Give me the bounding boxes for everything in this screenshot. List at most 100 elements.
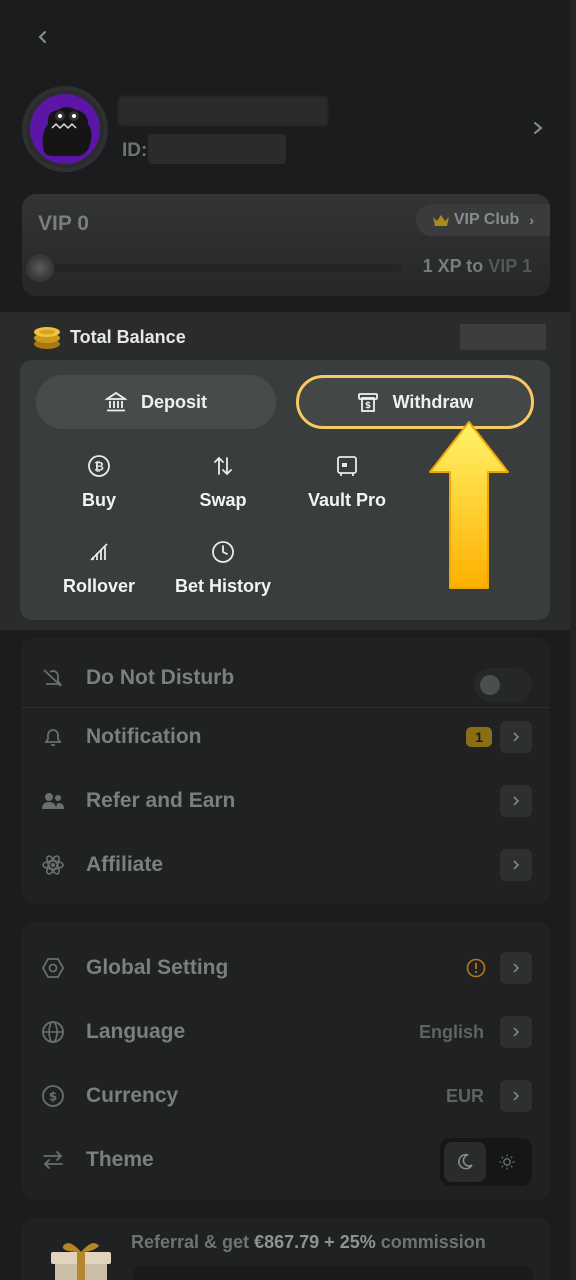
vip-card[interactable]: VIP 0 VIP Club › 1 XP to VIP 1: [22, 194, 550, 296]
notification-label: Notification: [86, 725, 202, 748]
globe-icon: [42, 1021, 64, 1043]
affiliate-row[interactable]: Affiliate: [21, 835, 550, 895]
gift-icon: [51, 1243, 111, 1280]
bell-icon: [44, 729, 62, 746]
chevron-right-button[interactable]: [500, 1016, 532, 1048]
crown-icon: [432, 215, 449, 226]
global-setting-row[interactable]: Global Setting: [21, 938, 550, 998]
atm-withdraw-icon: $: [357, 393, 378, 412]
user-id-redacted: [148, 134, 286, 164]
swap-label: Swap: [199, 490, 247, 510]
username-redacted: [118, 96, 328, 126]
vault-pro-action[interactable]: Vault Pro: [287, 454, 407, 511]
chevron-right-icon: [513, 963, 520, 973]
vault-icon: [337, 456, 357, 476]
dollar-circle-icon: $: [42, 1085, 64, 1107]
vip-club-label: VIP Club: [453, 211, 520, 228]
scrollbar-track: [570, 0, 576, 1280]
vault-pro-label: Vault Pro: [307, 490, 387, 510]
chevron-right-button[interactable]: [500, 1080, 532, 1112]
language-row[interactable]: Language English: [21, 1002, 550, 1062]
total-balance-label: Total Balance: [70, 326, 186, 347]
dnd-toggle[interactable]: [474, 668, 532, 702]
back-button[interactable]: [28, 22, 58, 52]
bet-history-action[interactable]: Bet History: [163, 540, 283, 597]
settings-hexagon-icon: [41, 958, 65, 978]
referral-suffix: commission: [380, 1232, 486, 1252]
theme-row: Theme: [21, 1130, 550, 1190]
switch-arrows-icon: [43, 1151, 63, 1169]
svg-text:$: $: [49, 1090, 57, 1104]
currency-row[interactable]: $ Currency EUR: [21, 1066, 550, 1126]
swap-icon: [214, 456, 232, 476]
referral-banner[interactable]: Referral & get €867.79 + 25% commission: [21, 1218, 550, 1280]
vip-progress-bar: [40, 264, 402, 272]
light-theme-option[interactable]: [486, 1142, 528, 1182]
chevron-right-icon: [513, 1091, 520, 1101]
bell-off-icon: [43, 669, 62, 687]
rollover-label: Rollover: [62, 576, 136, 596]
vip-level: VIP 0: [38, 212, 89, 235]
chevron-left-icon: [38, 31, 46, 43]
chevron-right-icon: [513, 796, 520, 806]
language-value: English: [418, 1022, 484, 1042]
buy-action[interactable]: ₿ Buy: [39, 454, 159, 511]
vip-target: VIP 1: [488, 256, 532, 276]
pointer-arrow-icon: [429, 421, 509, 589]
chevron-right-button[interactable]: [500, 849, 532, 881]
do-not-disturb-row[interactable]: Do Not Disturb: [21, 648, 550, 708]
referral-link-field[interactable]: [133, 1266, 533, 1280]
referral-plus: +: [324, 1232, 335, 1252]
atom-icon: [42, 855, 64, 875]
bitcoin-icon: ₿: [88, 455, 110, 477]
currency-value: EUR: [445, 1086, 484, 1106]
clock-icon: [212, 541, 234, 563]
global-setting-label: Global Setting: [86, 956, 229, 979]
chevron-right-icon: ›: [529, 212, 534, 228]
warning-icon: [466, 958, 486, 978]
coins-icon: [34, 327, 60, 349]
vip-club-button[interactable]: VIP Club ›: [415, 204, 550, 236]
chevron-right-button[interactable]: [500, 721, 532, 753]
notification-row[interactable]: Notification 1: [21, 707, 550, 767]
referral-amount: €867.79: [254, 1232, 320, 1252]
dark-theme-option[interactable]: [444, 1142, 486, 1182]
balance-amount-redacted: [460, 324, 546, 350]
vip-progress-knob: [26, 254, 54, 282]
menu-card-notifications: Do Not Disturb Notification 1 Refer and …: [21, 638, 550, 904]
crocodile-avatar-icon: [42, 107, 92, 156]
svg-text:₿: ₿: [94, 460, 104, 474]
users-icon: [42, 793, 64, 809]
vip-progress-text: 1 XP to VIP 1: [423, 256, 532, 277]
notification-count-badge: 1: [466, 727, 492, 747]
deposit-button[interactable]: Deposit: [36, 375, 276, 429]
theme-label: Theme: [86, 1148, 154, 1171]
withdraw-label: Withdraw: [392, 391, 474, 412]
avatar: [22, 86, 108, 172]
user-id-label: ID:: [122, 140, 148, 161]
swap-action[interactable]: Swap: [163, 454, 283, 511]
dnd-label: Do Not Disturb: [86, 666, 235, 689]
profile-header[interactable]: ID:: [22, 86, 552, 172]
rollover-action[interactable]: Rollover: [39, 540, 159, 597]
chevron-right-icon: [513, 732, 520, 742]
profile-menu-page: ID: VIP 0 VIP Club › 1 XP to VIP 1 Total…: [0, 0, 576, 1280]
theme-switch: [440, 1138, 532, 1186]
chevron-right-icon: [534, 122, 543, 134]
chevron-right-button[interactable]: [500, 785, 532, 817]
chevron-right-button[interactable]: [500, 952, 532, 984]
referral-percent: 25%: [339, 1232, 376, 1252]
refer-label: Refer and Earn: [86, 789, 236, 812]
chevron-right-icon: [513, 1027, 520, 1037]
svg-text:$: $: [364, 401, 370, 411]
refer-and-earn-row[interactable]: Refer and Earn: [21, 771, 550, 831]
rollover-icon: [90, 543, 108, 561]
buy-label: Buy: [81, 490, 116, 510]
referral-text: Referral & get €867.79 + 25% commission: [131, 1232, 486, 1253]
xp-text: 1 XP to: [422, 256, 484, 276]
currency-label: Currency: [86, 1084, 179, 1107]
affiliate-label: Affiliate: [86, 853, 164, 876]
deposit-label: Deposit: [140, 391, 207, 412]
chevron-right-icon: [513, 860, 520, 870]
language-label: Language: [86, 1020, 186, 1043]
